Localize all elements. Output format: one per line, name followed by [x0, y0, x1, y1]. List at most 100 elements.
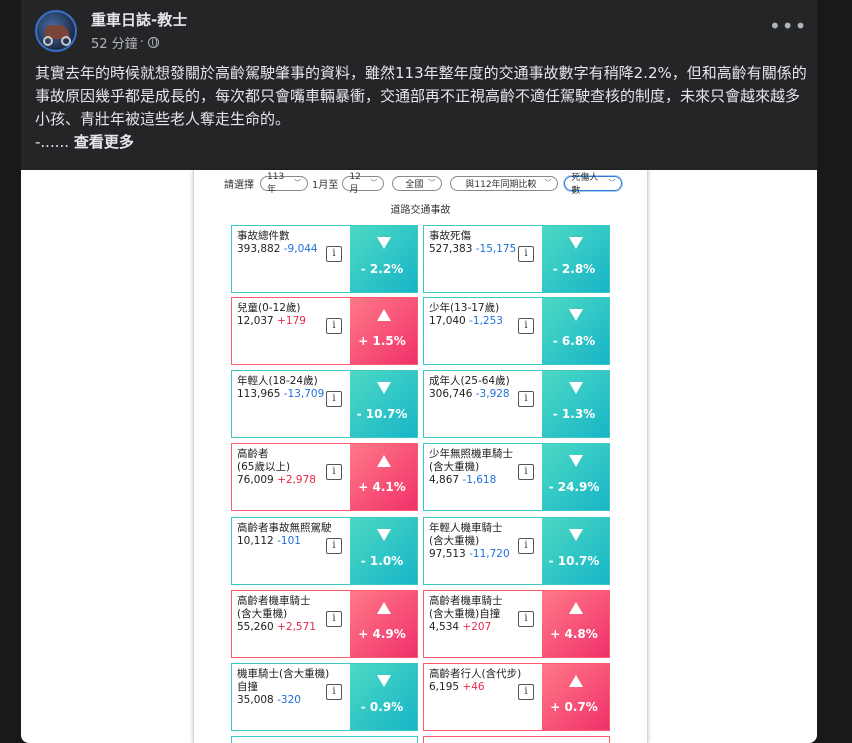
info-icon[interactable]: i: [518, 538, 534, 554]
info-icon[interactable]: i: [326, 538, 342, 554]
year-select[interactable]: 113年 ﹀: [260, 172, 308, 195]
arrow-down-icon: [568, 382, 583, 394]
stat-info: 高齡者機車騎士 (含大重機) 55,260 +2,571 i: [232, 591, 350, 657]
stat-percent: - 2.8%: [552, 262, 596, 276]
stat-card: 高齡者行人(含代步) 6,195 +46 i + 0.7%: [423, 663, 610, 731]
chevron-down-icon: ﹀: [370, 179, 378, 187]
stat-diff: -101: [277, 535, 301, 547]
stat-diff: -13,709: [283, 388, 325, 400]
author-avatar[interactable]: [35, 10, 77, 52]
stat-change-panel: + 4.8%: [542, 591, 609, 657]
stat-change-panel: - 1.0%: [350, 518, 417, 584]
stat-change-panel: - 6.8%: [542, 298, 609, 364]
info-icon[interactable]: i: [326, 391, 342, 407]
metric-select[interactable]: 死傷人數 ﹀: [564, 173, 623, 196]
info-icon[interactable]: i: [326, 611, 342, 627]
stat-diff: +46: [462, 681, 485, 693]
more-options-button[interactable]: •••: [769, 14, 806, 42]
filter-label: 請選擇: [224, 179, 254, 191]
region-select[interactable]: 全國 ﹀: [392, 175, 443, 191]
stat-label: 事故死傷: [429, 230, 471, 242]
stat-change-panel: - 2.2%: [350, 226, 417, 292]
stat-diff: +207: [462, 621, 492, 633]
stat-value: 393,882: [237, 243, 281, 255]
post-ellipsis: -......: [35, 133, 70, 151]
next-stat-card-partial: [231, 736, 418, 743]
arrow-down-icon: [568, 237, 583, 249]
stat-diff: -3,928: [475, 388, 510, 400]
stat-card: 高齡者機車騎士 (含大重機)自撞 4,534 +207 i + 4.8%: [423, 590, 610, 658]
stat-diff: +179: [277, 315, 306, 327]
stat-percent: + 4.8%: [550, 627, 598, 641]
info-icon[interactable]: i: [326, 464, 342, 480]
post-image[interactable]: 請選擇 113年 ﹀ 1月至 12月 ﹀ 全國 ﹀ 與112年同期比較 ﹀ 死傷人數 ﹀ …: [21, 170, 817, 743]
stat-value: 12,037: [237, 315, 274, 327]
arrow-down-icon: [568, 455, 583, 467]
stat-diff: -9,044: [283, 243, 318, 255]
stat-card: 事故死傷 527,383 -15,175 i - 2.8%: [423, 225, 610, 293]
stat-change-panel: + 4.1%: [350, 444, 417, 510]
compare-select[interactable]: 與112年同期比較 ﹀: [450, 175, 559, 191]
stat-card: 年輕人機車騎士 (含大重機) 97,513 -11,720 i - 10.7%: [423, 517, 610, 585]
arrow-down-icon: [376, 382, 391, 394]
stat-percent: - 24.9%: [548, 480, 600, 494]
public-globe-icon[interactable]: [147, 37, 159, 48]
stat-percent: + 4.1%: [358, 480, 406, 494]
stat-value: 55,260: [237, 621, 274, 633]
info-icon[interactable]: i: [518, 611, 534, 627]
stat-label: 高齡者事故無照駕駛: [237, 522, 332, 534]
arrow-down-icon: [568, 309, 583, 321]
stat-change-panel: - 10.7%: [542, 518, 609, 584]
stat-label: 高齡者行人(含代步): [429, 668, 522, 680]
stat-percent: - 0.9%: [360, 700, 404, 714]
stat-change-panel: - 24.9%: [542, 444, 609, 510]
author-name[interactable]: 重車日誌-教士: [91, 9, 187, 30]
stat-percent: - 1.0%: [360, 554, 404, 568]
stat-info: 年輕人(18-24歲) 113,965 -13,709 i: [232, 371, 350, 437]
info-icon[interactable]: i: [326, 246, 342, 262]
arrow-up-icon: [376, 602, 391, 614]
meta-separator: ·: [139, 35, 144, 50]
stat-card: 事故總件數 393,882 -9,044 i - 2.2%: [231, 225, 418, 293]
arrow-down-icon: [376, 237, 391, 249]
stat-value: 35,008: [237, 694, 274, 706]
info-icon[interactable]: i: [518, 684, 534, 700]
arrow-up-icon: [376, 309, 391, 321]
info-icon[interactable]: i: [518, 464, 534, 480]
wheel-rear-icon: [61, 36, 71, 46]
stat-diff: +2,978: [277, 474, 316, 486]
wheel-front-icon: [43, 36, 53, 46]
info-icon[interactable]: i: [326, 684, 342, 700]
stat-diff: -15,175: [475, 243, 517, 255]
stat-label: 事故總件數: [237, 230, 290, 242]
arrow-up-icon: [568, 675, 583, 687]
chevron-down-icon: ﹀: [294, 179, 301, 187]
stat-value: 17,040: [429, 315, 466, 327]
stat-diff: -11,720: [469, 548, 510, 560]
chevron-down-icon: ﹀: [544, 179, 552, 187]
info-icon[interactable]: i: [326, 318, 342, 334]
month-select[interactable]: 12月 ﹀: [342, 172, 385, 195]
stat-value: 6,195: [429, 681, 460, 693]
stat-info: 年輕人機車騎士 (含大重機) 97,513 -11,720 i: [424, 518, 542, 584]
stat-value: 76,009: [237, 474, 274, 486]
stat-diff: -1,253: [469, 315, 503, 327]
stat-percent: + 4.9%: [358, 627, 406, 641]
stat-info: 成年人(25-64歲) 306,746 -3,928 i: [424, 371, 542, 437]
stat-info: 少年(13-17歲) 17,040 -1,253 i: [424, 298, 542, 364]
post-meta: 52 分鐘 ·: [91, 33, 159, 52]
info-icon[interactable]: i: [518, 246, 534, 262]
stat-card: 成年人(25-64歲) 306,746 -3,928 i - 1.3%: [423, 370, 610, 438]
stat-info: 少年無照機車騎士 (含大重機) 4,867 -1,618 i: [424, 444, 542, 510]
stat-info: 高齡者事故無照駕駛 10,112 -101 i: [232, 518, 350, 584]
arrow-up-icon: [568, 602, 583, 614]
info-icon[interactable]: i: [518, 391, 534, 407]
stat-change-panel: - 0.9%: [350, 664, 417, 730]
post-time[interactable]: 52 分鐘: [91, 33, 138, 52]
stat-label: 少年(13-17歲): [429, 302, 500, 314]
stat-value: 4,534: [429, 621, 460, 633]
stat-change-panel: - 2.8%: [542, 226, 609, 292]
stat-label: 兒童(0-12歲): [237, 302, 301, 314]
info-icon[interactable]: i: [518, 318, 534, 334]
see-more-link[interactable]: 查看更多: [74, 133, 134, 151]
